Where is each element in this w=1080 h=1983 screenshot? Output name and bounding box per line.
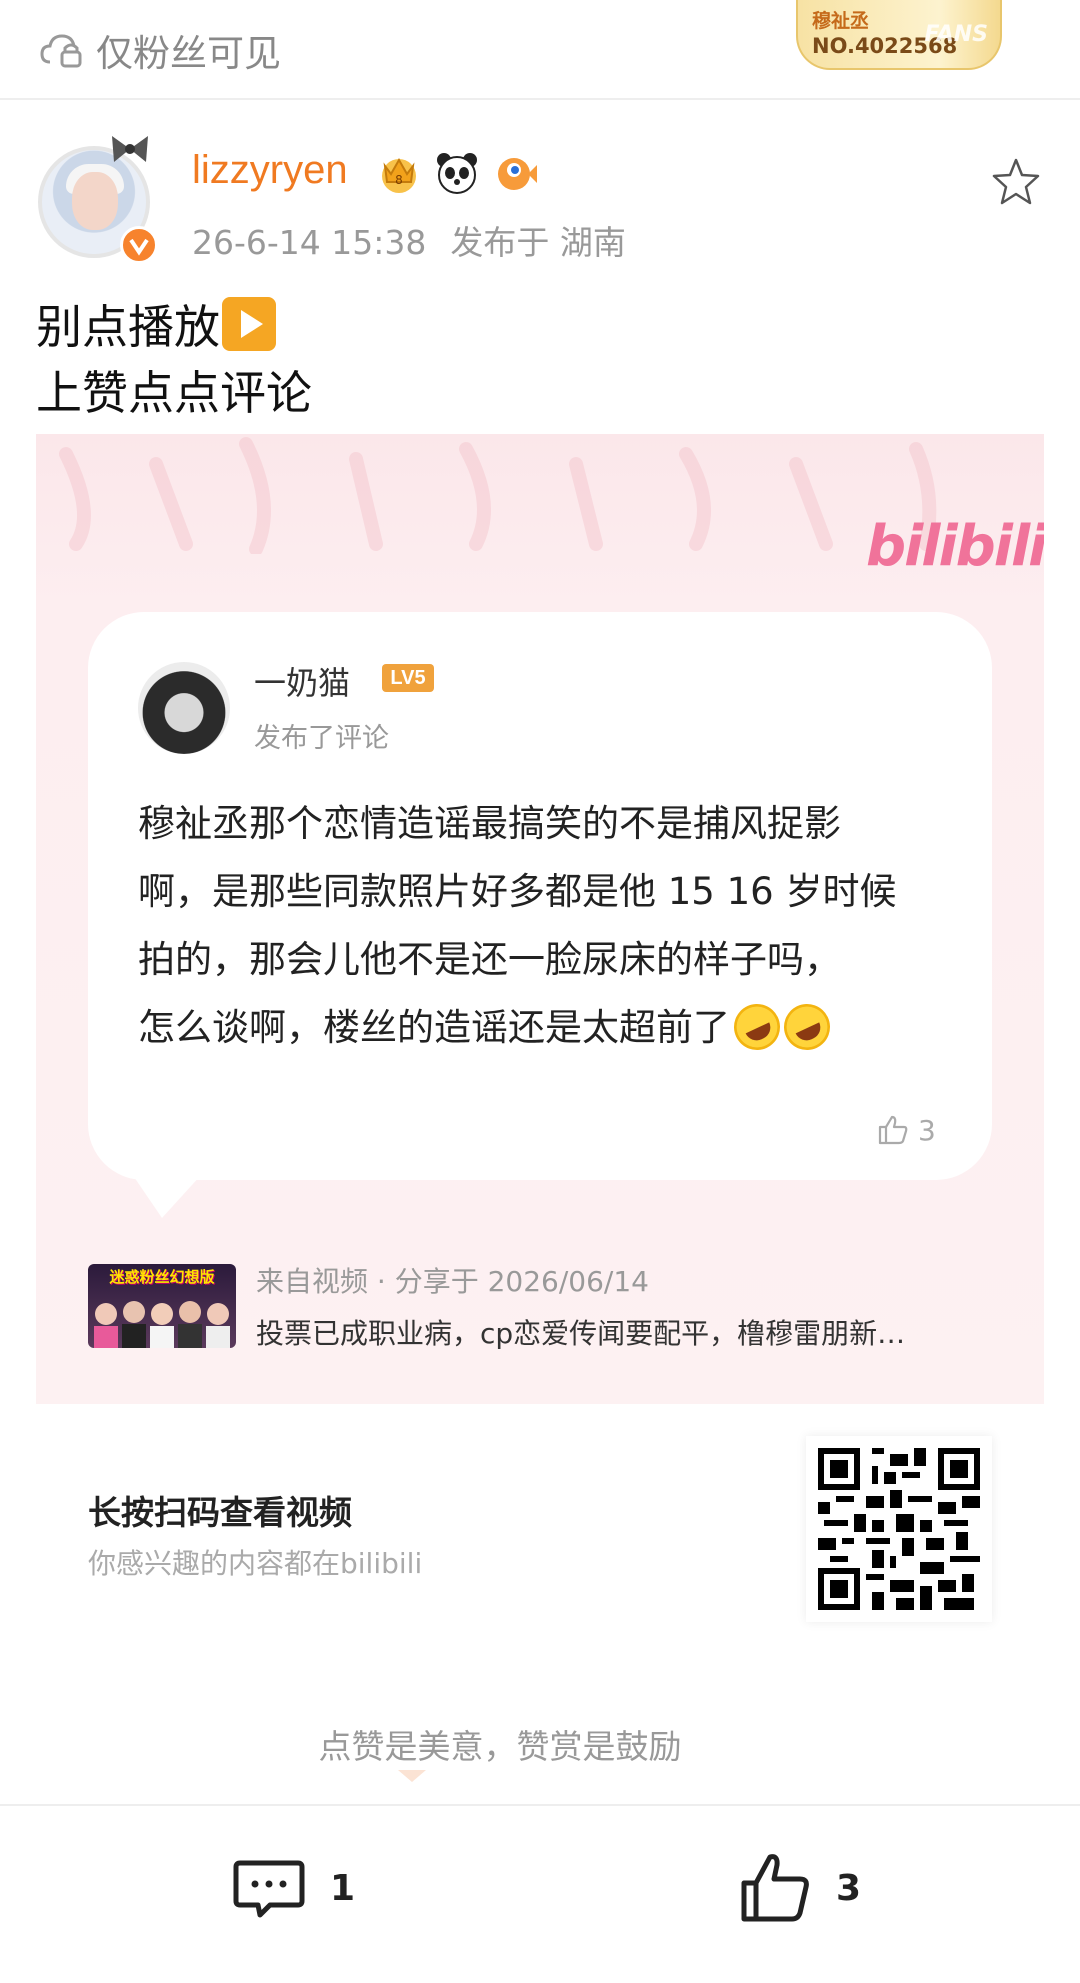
comment-count: 1 [330,1867,356,1909]
comment-like: 3 [876,1110,936,1150]
thumbnail-people-image [94,1301,230,1348]
like-button[interactable]: 3 [736,1848,861,1928]
post-text-line: 别点播放 [36,294,312,360]
comment-line: 拍的，那会儿他不是还一脸尿床的样子吗， [138,938,841,981]
qr-subtitle: 你感兴趣的内容都在bilibili [88,1547,423,1580]
crown-badge-icon: 8 [382,157,416,193]
fans-watermark: FANS [924,22,988,47]
like-count: 3 [836,1867,862,1909]
comment-like-count: 3 [918,1113,936,1147]
play-button-icon [222,297,276,351]
verified-icon [120,226,158,264]
post-text: 别点播放 上赞点点评论 [36,294,312,426]
post-meta: 26-6-14 15:38 发布于 湖南 [192,216,626,264]
commenter-name: 一奶猫 [254,664,351,702]
qr-title: 长按扫码查看视频 [88,1493,352,1532]
top-bar: 仅粉丝可见 穆祉丞 NO.4022568 FANS [0,0,1080,100]
encourage-arrow [398,1770,426,1782]
comment-subtitle: 发布了评论 [254,723,389,754]
panda-badge-icon [437,153,477,194]
thumbnail-title: 迷惑粉丝幻想版 [109,1268,215,1286]
comment-line-last: 怎么谈啊，楼丝的造谣还是太超前了 [138,994,958,1062]
post-location: 发布于 湖南 [450,223,626,262]
bubble-tail [132,1174,202,1218]
visibility-indicator: 仅粉丝可见 [38,26,281,75]
comment-bubble: 一奶猫 LV5 发布了评论 穆祉丞那个恋情造谣最搞笑的不是捕风捉影 啊，是那些同… [88,612,992,1180]
comment-body: 穆祉丞那个恋情造谣最搞笑的不是捕风捉影 啊，是那些同款照片好多都是他 15 16… [138,790,958,1062]
thumbs-up-icon [878,1115,908,1145]
video-thumbnail: 迷惑粉丝幻想版 [88,1264,236,1348]
user-badges: 8 [376,148,538,198]
bilibili-logo: bilibili [866,514,1044,579]
fans-badge-name: 穆祉丞 [812,10,870,32]
favorite-star-icon[interactable] [990,156,1042,208]
user-avatar[interactable] [30,132,162,264]
post-timestamp: 26-6-14 15:38 [192,223,427,262]
visibility-label: 仅粉丝可见 [96,32,281,75]
comment-button[interactable]: 1 [230,1848,355,1928]
qr-code-icon [818,1448,980,1610]
video-source: 来自视频 · 分享于 2026/06/14 [256,1265,649,1298]
video-description: 投票已成职业病，cp恋爱传闻要配平，橹穆雷朋新… [256,1317,906,1350]
encourage-text[interactable]: 点赞是美意，赞赏是鼓励 [0,1720,1000,1768]
comment-line-text: 怎么谈啊，楼丝的造谣还是太超前了 [138,1006,730,1049]
thumbs-up-icon [741,1854,809,1922]
post-text-line-2: 上赞点点评论 [36,366,312,420]
level-badge: LV5 [382,664,434,692]
bottom-action-bar: 1 3 [0,1804,1080,1983]
comment-line: 穆祉丞那个恋情造谣最搞笑的不是捕风捉影 [138,802,841,845]
bow-decoration-icon [112,136,148,162]
commenter-avatar [138,662,230,754]
fans-badge[interactable]: 穆祉丞 NO.4022568 FANS [796,0,1002,70]
post-text-line-1: 别点播放 [36,300,220,354]
qr-code[interactable] [806,1436,992,1622]
comment-line: 啊，是那些同款照片好多都是他 15 16 岁时候 [138,870,897,913]
svg-text:8: 8 [395,173,403,187]
lock-cloud-icon [40,34,82,68]
fish-badge-icon [498,158,537,190]
rofl-emoji-icon [726,996,788,1058]
username[interactable]: lizzyryen [192,148,348,193]
comment-icon [233,1860,305,1918]
rofl-emoji-icon [776,996,838,1058]
bilibili-share-card[interactable]: bilibili 一奶猫 LV5 发布了评论 穆祉丞那个恋情造谣最搞笑的不是捕风… [36,434,1044,1404]
